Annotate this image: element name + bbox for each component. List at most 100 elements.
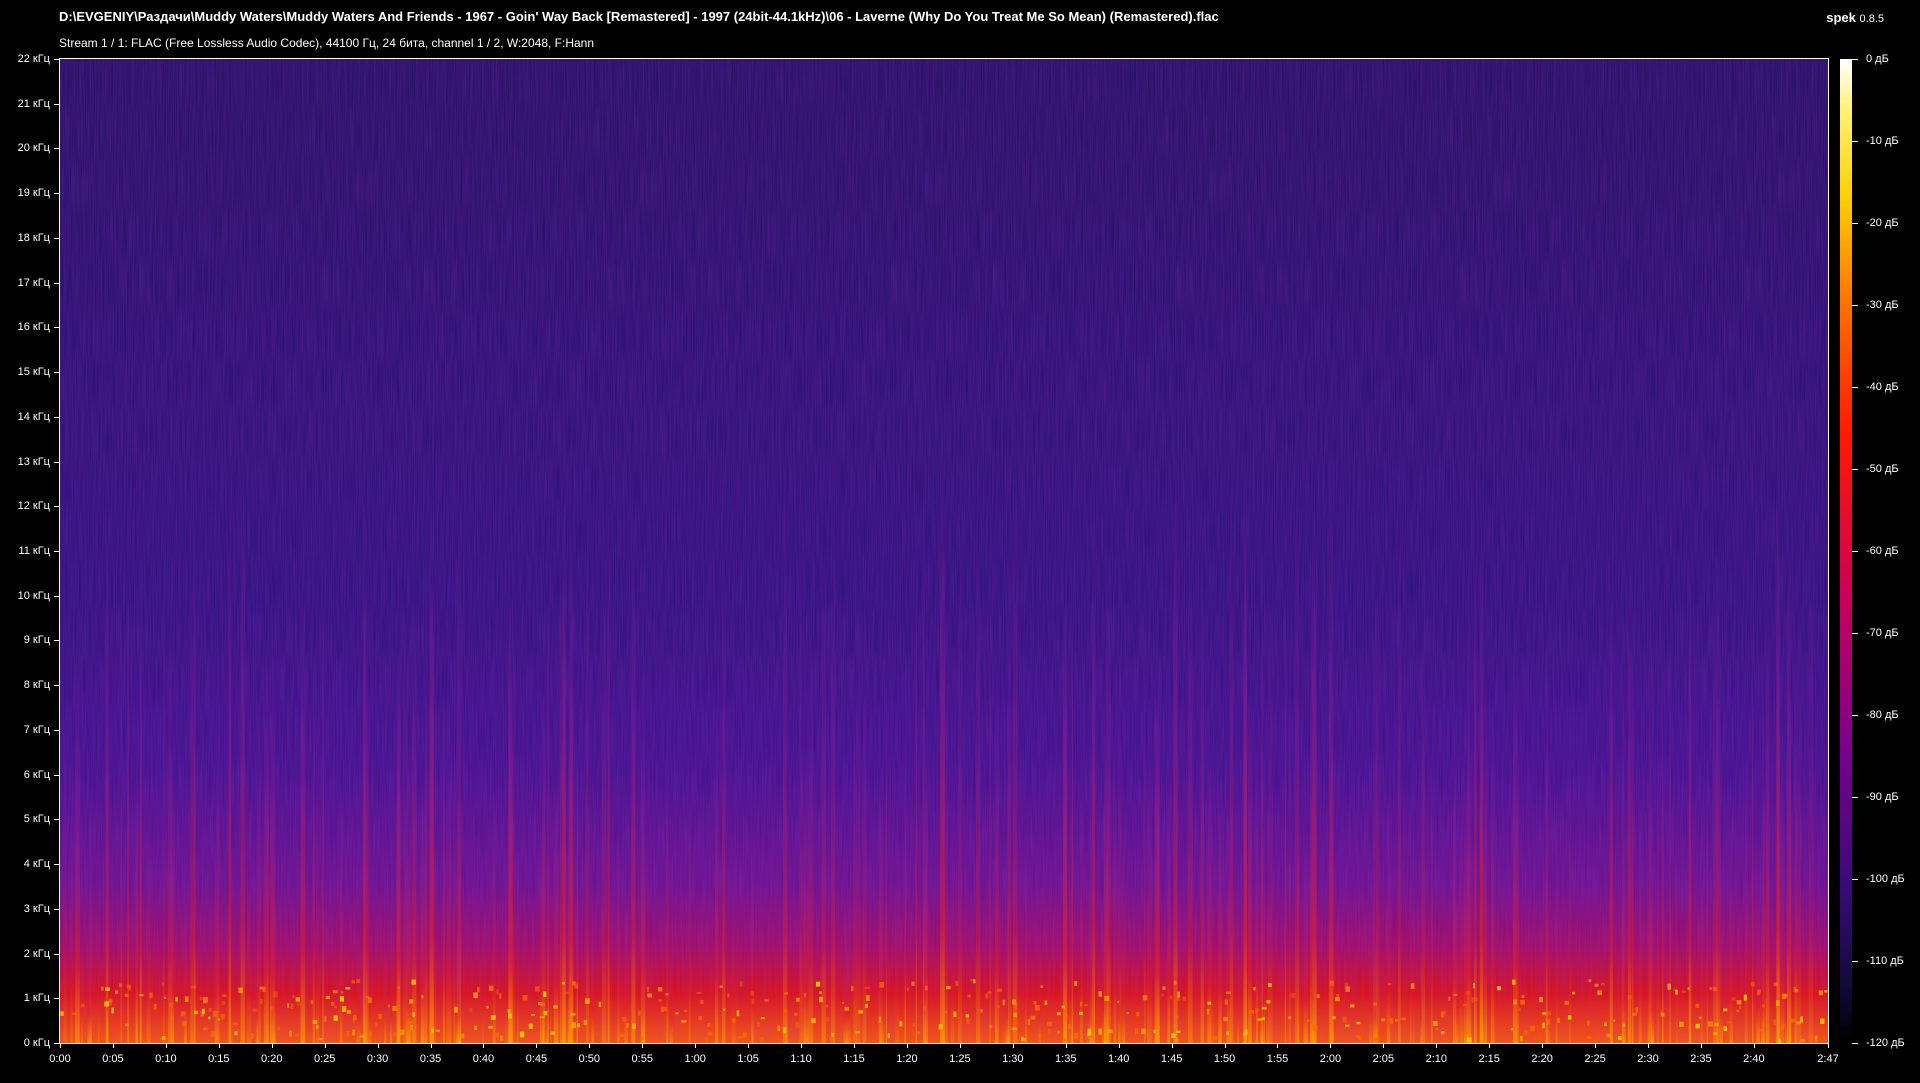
spectral-peak bbox=[1707, 1021, 1713, 1027]
spectral-peak bbox=[232, 1022, 238, 1026]
spectral-peak bbox=[297, 1002, 302, 1006]
time-tick bbox=[854, 1043, 855, 1048]
spectral-peak bbox=[234, 1030, 238, 1036]
spectral-streak bbox=[1147, 730, 1152, 1043]
db-tick bbox=[1852, 59, 1858, 60]
spectral-streak bbox=[1729, 818, 1733, 1043]
freq-tick-label: 7 кГц bbox=[23, 723, 50, 736]
spectral-streak bbox=[406, 851, 411, 1043]
spectral-streak bbox=[585, 493, 589, 1043]
spectral-peak bbox=[1074, 1032, 1079, 1039]
spectral-streak bbox=[542, 644, 546, 1043]
spectral-peak bbox=[1597, 990, 1602, 995]
spectral-peak bbox=[562, 982, 566, 985]
spectral-peak bbox=[208, 1016, 211, 1020]
spectral-peak bbox=[340, 991, 343, 994]
spectral-streak bbox=[190, 548, 194, 1043]
spectral-streak bbox=[731, 817, 736, 1043]
spectral-peak bbox=[1358, 1037, 1362, 1040]
spectral-peak bbox=[153, 1003, 157, 1010]
spectral-streak bbox=[1008, 651, 1010, 1043]
spectral-peak bbox=[1687, 987, 1690, 990]
spectral-peak bbox=[60, 1011, 64, 1016]
db-tick-label: -10 дБ bbox=[1866, 135, 1899, 147]
spectral-peak bbox=[397, 986, 400, 990]
spectral-peak bbox=[1381, 1018, 1386, 1022]
spectral-peak bbox=[80, 1003, 85, 1008]
db-tick-label: -30 дБ bbox=[1866, 299, 1899, 311]
spectral-streak bbox=[240, 452, 245, 1043]
time-tick-label: 2:25 bbox=[1584, 1053, 1606, 1065]
spectral-streak bbox=[904, 693, 907, 1043]
spectral-peak bbox=[508, 1013, 512, 1019]
spectral-peak bbox=[967, 994, 971, 998]
spectral-peak bbox=[1355, 1035, 1361, 1038]
spectral-streak bbox=[1248, 688, 1252, 1043]
spectral-peak bbox=[727, 993, 730, 998]
time-tick-label: 1:55 bbox=[1266, 1053, 1289, 1065]
time-tick-label: 0:30 bbox=[366, 1053, 389, 1065]
spectral-peak bbox=[1471, 997, 1475, 1003]
spectral-peak bbox=[1332, 1016, 1336, 1020]
spectral-peak bbox=[332, 990, 338, 994]
spectral-streak bbox=[1484, 690, 1487, 1043]
spectral-peak bbox=[1547, 1019, 1551, 1025]
spectral-peak bbox=[217, 1018, 221, 1021]
freq-tick bbox=[54, 908, 60, 910]
freq-tick-label: 4 кГц bbox=[23, 858, 50, 871]
spectral-peak bbox=[757, 1021, 760, 1028]
spectral-streak bbox=[799, 469, 803, 1043]
spectral-peak bbox=[1660, 1012, 1665, 1017]
spectral-peak bbox=[1078, 1011, 1083, 1015]
freq-tick-label: 19 кГц bbox=[17, 187, 50, 200]
freq-tick-label: 6 кГц bbox=[23, 768, 50, 781]
spectral-peak bbox=[1472, 983, 1476, 989]
spectral-peak bbox=[1773, 1019, 1776, 1025]
db-tick-label: -90 дБ bbox=[1866, 791, 1899, 803]
spectral-peak bbox=[1372, 1037, 1377, 1043]
spectral-peak bbox=[295, 997, 300, 1002]
spectral-peak bbox=[777, 1025, 781, 1031]
spectral-streak bbox=[127, 549, 129, 1043]
spectral-streak bbox=[316, 714, 320, 1043]
spectral-peak bbox=[879, 981, 885, 988]
spectral-peak bbox=[1572, 991, 1575, 995]
time-tick bbox=[324, 1043, 326, 1048]
db-tick-label: -110 дБ bbox=[1866, 955, 1904, 967]
spectral-peak bbox=[865, 986, 870, 990]
spectral-streak bbox=[1173, 451, 1178, 1043]
spectral-peak bbox=[365, 995, 370, 998]
spectral-peak bbox=[1775, 1000, 1780, 1007]
spectral-peak bbox=[162, 982, 165, 987]
spectral-streak bbox=[895, 821, 900, 1043]
spectral-peak bbox=[334, 1006, 337, 1009]
spectrogram-plot[interactable] bbox=[60, 59, 1828, 1043]
spectral-peak bbox=[333, 1015, 338, 1021]
freq-tick-label: 15 кГц bbox=[17, 366, 50, 379]
spectral-peak bbox=[1037, 1033, 1042, 1037]
spectral-peak bbox=[100, 986, 104, 991]
spectral-peak bbox=[1117, 1000, 1120, 1004]
app-name: spek bbox=[1826, 10, 1856, 25]
spectral-peak bbox=[368, 1031, 373, 1037]
time-tick-label: 1:15 bbox=[843, 1053, 865, 1065]
spectral-streak bbox=[453, 716, 456, 1043]
spectral-peak bbox=[169, 1002, 173, 1008]
spectral-streak bbox=[1329, 694, 1334, 1043]
spectral-peak bbox=[163, 996, 167, 999]
spectral-peak bbox=[704, 1037, 709, 1043]
spectral-streak bbox=[1310, 723, 1312, 1043]
spectral-streak bbox=[1669, 565, 1671, 1043]
spectral-peak bbox=[1462, 1004, 1468, 1007]
spectral-streak bbox=[669, 919, 674, 1043]
spectral-streak bbox=[87, 901, 92, 1043]
spectral-streak bbox=[1631, 629, 1634, 1043]
time-tick-label: 2:47 bbox=[1817, 1053, 1839, 1065]
spectral-peak bbox=[707, 1031, 713, 1036]
db-tick bbox=[1852, 797, 1858, 798]
spectral-peak bbox=[149, 992, 153, 999]
spectral-streak bbox=[1452, 711, 1457, 1043]
spectral-peak bbox=[318, 1038, 323, 1041]
spectral-streak bbox=[1398, 505, 1401, 1043]
spectral-streak bbox=[915, 483, 917, 1043]
